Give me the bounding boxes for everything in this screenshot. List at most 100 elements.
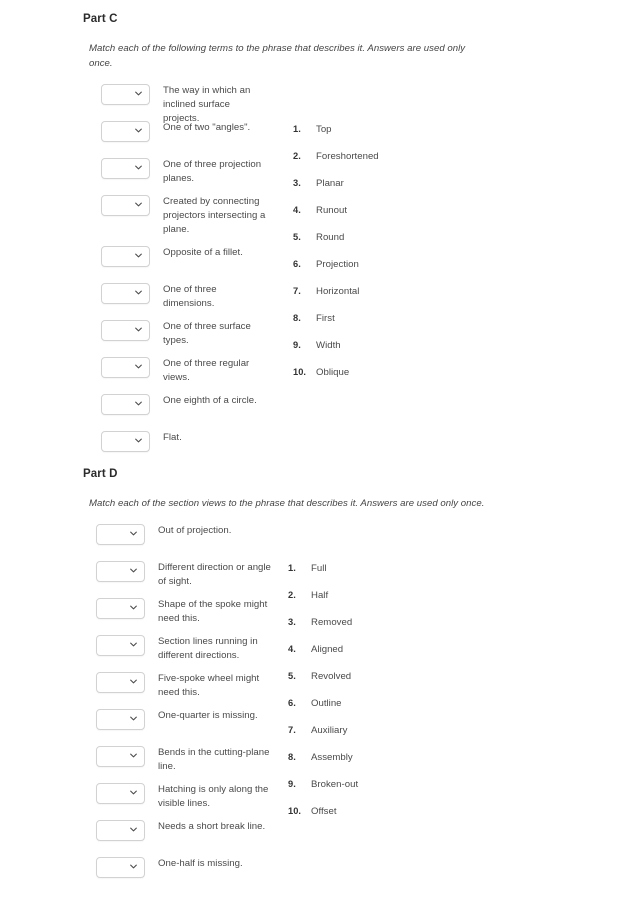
answer-select-1[interactable] (101, 84, 150, 105)
answer-label: First (316, 313, 335, 324)
match-prompt-text: One of three surface types. (163, 321, 251, 346)
match-prompt-text: Flat. (163, 432, 182, 443)
chevron-down-icon (135, 401, 142, 408)
match-prompt-text: The way in which an inclined surface pro… (163, 85, 251, 124)
match-row: One-half is missing. (96, 857, 276, 886)
answer-number: 9. (288, 779, 296, 789)
answer-number: 2. (288, 590, 296, 600)
chevron-down-icon (130, 753, 137, 760)
chevron-down-icon (130, 605, 137, 612)
chevron-down-icon (130, 679, 137, 686)
answer-label: Aligned (311, 644, 344, 655)
answer-select-8[interactable] (101, 357, 150, 378)
answer-select-1[interactable] (96, 524, 145, 545)
answer-number: 9. (293, 340, 301, 350)
match-prompt-text: Out of projection. (158, 525, 232, 536)
answer-select-2[interactable] (101, 121, 150, 142)
answer-option: 5. Revolved (288, 671, 358, 698)
answer-select-10[interactable] (101, 431, 150, 452)
answer-number: 4. (288, 644, 296, 654)
answer-number: 8. (288, 752, 296, 762)
answer-select-4[interactable] (101, 195, 150, 216)
match-row: Opposite of a fillet. (101, 246, 269, 275)
answer-option: 1. Full (288, 563, 358, 590)
answer-number: 8. (293, 313, 301, 323)
match-prompt-text: One eighth of a circle. (163, 395, 257, 406)
answer-number: 7. (288, 725, 296, 735)
answer-number: 10. (288, 806, 301, 816)
answer-option: 3. Removed (288, 617, 358, 644)
chevron-down-icon (135, 165, 142, 172)
match-row: Created by connecting projectors interse… (101, 195, 269, 238)
match-row: One of three surface types. (101, 320, 269, 349)
part-d-instructions: Match each of the section views to the p… (89, 498, 485, 509)
match-row: One of three regular views. (101, 357, 269, 386)
answer-select-8[interactable] (96, 783, 145, 804)
answer-label: Outline (311, 698, 342, 709)
answer-option: 9. Width (293, 340, 379, 367)
answer-label: Broken-out (311, 779, 359, 790)
answer-select-5[interactable] (101, 246, 150, 267)
answer-label: Planar (316, 178, 344, 189)
answer-select-6[interactable] (96, 709, 145, 730)
answer-option: 10. Offset (288, 806, 358, 833)
answer-number: 10. (293, 367, 306, 377)
match-prompt-text: Needs a short break line. (158, 821, 266, 832)
answer-option: 8. Assembly (288, 752, 358, 779)
match-row: Needs a short break line. (96, 820, 276, 849)
part-d-answer-column: 1. Full 2. Half 3. Removed 4. Aligned 5. Revolved… (288, 563, 358, 833)
answer-option: 8. First (293, 313, 379, 340)
match-prompt-text: One of two "angles". (163, 122, 251, 133)
chevron-down-icon (130, 568, 137, 575)
answer-option: 2. Foreshortened (293, 151, 379, 178)
part-c-prompt-column: The way in which an inclined surface pro… (101, 84, 269, 468)
answer-label: Removed (311, 617, 353, 628)
answer-label: Horizontal (316, 286, 360, 297)
answer-select-3[interactable] (96, 598, 145, 619)
answer-option: 7. Auxiliary (288, 725, 358, 752)
answer-select-3[interactable] (101, 158, 150, 179)
answer-label: Width (316, 340, 341, 351)
part-d-title: Part D (83, 468, 118, 480)
match-prompt-text: Opposite of a fillet. (163, 247, 243, 258)
match-prompt-text: Section lines running in different direc… (158, 636, 258, 661)
match-prompt-text: Bends in the cutting-plane line. (158, 747, 270, 772)
answer-option: 10. Oblique (293, 367, 379, 394)
section-part-c: Part C Match each of the following terms… (0, 12, 621, 474)
answer-number: 6. (293, 259, 301, 269)
answer-select-2[interactable] (96, 561, 145, 582)
part-c-instructions: Match each of the following terms to the… (89, 43, 466, 69)
answer-number: 1. (293, 124, 301, 134)
match-row: Different direction or angle of sight. (96, 561, 276, 590)
match-row: Hatching is only along the visible lines… (96, 783, 276, 812)
answer-option: 4. Runout (293, 205, 379, 232)
chevron-down-icon (135, 253, 142, 260)
answer-label: Top (316, 124, 332, 135)
chevron-down-icon (130, 790, 137, 797)
answer-select-10[interactable] (96, 857, 145, 878)
answer-select-5[interactable] (96, 672, 145, 693)
answer-select-9[interactable] (96, 820, 145, 841)
part-c-answer-column: 1. Top 2. Foreshortened 3. Planar 4. Runout 5. Ro… (293, 124, 379, 394)
answer-number: 2. (293, 151, 301, 161)
match-row: One of two "angles". (101, 121, 269, 150)
answer-select-7[interactable] (101, 320, 150, 341)
match-row: The way in which an inclined surface pro… (101, 84, 269, 124)
answer-option: 9. Broken-out (288, 779, 358, 806)
answer-select-7[interactable] (96, 746, 145, 767)
answer-select-6[interactable] (101, 283, 150, 304)
match-row: Section lines running in different direc… (96, 635, 276, 664)
match-prompt-text: Created by connecting projectors interse… (163, 196, 266, 235)
answer-option: 4. Aligned (288, 644, 358, 671)
answer-number: 7. (293, 286, 301, 296)
chevron-down-icon (130, 531, 137, 538)
match-prompt-text: One of three regular views. (163, 358, 250, 383)
match-row: Shape of the spoke might need this. (96, 598, 276, 627)
answer-number: 3. (293, 178, 301, 188)
match-row: Five-spoke wheel might need this. (96, 672, 276, 701)
answer-option: 6. Outline (288, 698, 358, 725)
answer-select-9[interactable] (101, 394, 150, 415)
match-prompt-text: One-half is missing. (158, 858, 243, 869)
chevron-down-icon (135, 327, 142, 334)
answer-select-4[interactable] (96, 635, 145, 656)
